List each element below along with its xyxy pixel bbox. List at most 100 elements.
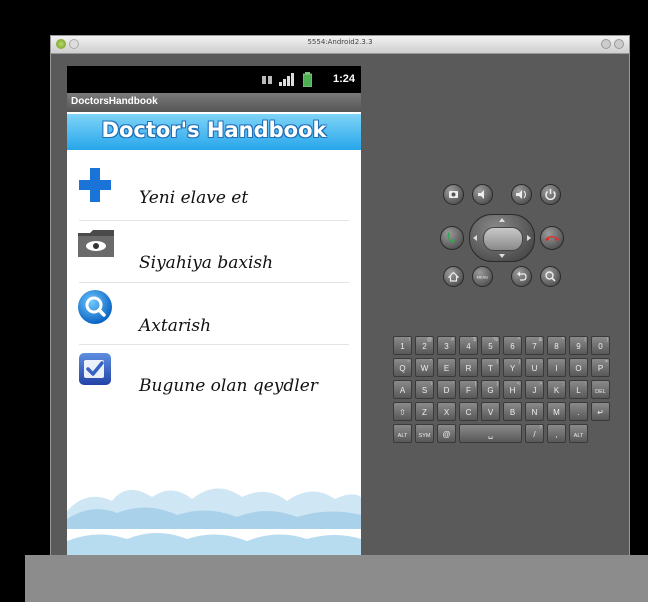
volume-up-icon — [516, 190, 526, 199]
key-row3-3[interactable]: F[ — [459, 380, 478, 399]
volume-up-button[interactable] — [511, 184, 532, 205]
key-row4-3[interactable]: C — [459, 402, 478, 421]
menu-item-add-new[interactable]: Yeni elave et — [67, 156, 361, 216]
emulator-titlebar: 5554:Android2.3.3 — [51, 36, 629, 54]
key-row1-6[interactable]: 7 & — [525, 336, 544, 355]
key-row1-8[interactable]: 9( — [569, 336, 588, 355]
back-button[interactable] — [511, 266, 532, 287]
key-row2-4[interactable]: T{ — [481, 358, 500, 377]
menu-button[interactable]: MENU — [472, 266, 493, 287]
key-label: W — [420, 364, 429, 373]
key-row2-2[interactable]: E — [437, 358, 456, 377]
key-row5-5[interactable]: , — [547, 424, 566, 443]
menu-item-today-notes[interactable]: Bugune olan qeydler — [67, 344, 361, 404]
emulator-title: 5554:Android2.3.3 — [307, 38, 373, 46]
clock-time: 1:24 — [332, 73, 355, 85]
minimize-icon[interactable] — [601, 39, 611, 49]
home-button[interactable] — [443, 266, 464, 287]
key-row4-6[interactable]: N — [525, 402, 544, 421]
key-label: O — [575, 364, 582, 373]
key-row3-0[interactable]: A — [393, 380, 412, 399]
key-row1-5[interactable]: 6 ^ — [503, 336, 522, 355]
end-call-button[interactable] — [540, 226, 564, 250]
call-icon — [447, 232, 455, 243]
dpad[interactable] — [469, 214, 535, 262]
key-row1-1[interactable]: 2 @ — [415, 336, 434, 355]
key-row3-7[interactable]: K; — [547, 380, 566, 399]
key-row3-6[interactable]: J > — [525, 380, 544, 399]
key-row2-0[interactable]: Q ~ — [393, 358, 412, 377]
key-label: X — [443, 408, 450, 417]
key-row2-1[interactable]: W " — [415, 358, 434, 377]
key-label: ␣ — [487, 430, 494, 439]
key-label: B — [509, 408, 516, 417]
key-row4-0[interactable]: ⇧ — [393, 402, 412, 421]
search-hw-button[interactable] — [540, 266, 561, 287]
key-row2-3[interactable]: R — [459, 358, 478, 377]
key-label: Z — [422, 408, 427, 417]
key-row3-4[interactable]: G] — [481, 380, 500, 399]
search-icon — [545, 271, 556, 282]
emulator-window: 5554:Android2.3.3 1:24 DoctorsHandbook D… — [50, 35, 630, 557]
key-row2-9[interactable]: P = — [591, 358, 610, 377]
checkbox-icon — [79, 353, 111, 385]
key-row4-8[interactable]: . — [569, 402, 588, 421]
key-label: DEL — [595, 389, 606, 395]
camera-button[interactable] — [443, 184, 464, 205]
close-icon[interactable] — [614, 39, 624, 49]
divider — [79, 282, 349, 283]
key-row4-5[interactable]: B — [503, 402, 522, 421]
key-row5-0[interactable]: ALT — [393, 424, 412, 443]
key-row3-9[interactable]: DEL — [591, 380, 610, 399]
key-row1-7[interactable]: 8 * — [547, 336, 566, 355]
key-row2-8[interactable]: O — [569, 358, 588, 377]
call-button[interactable] — [440, 226, 464, 250]
key-row1-0[interactable]: 1! — [393, 336, 412, 355]
key-label: P — [597, 364, 604, 373]
power-button[interactable] — [540, 184, 561, 205]
volume-down-button[interactable] — [472, 184, 493, 205]
key-label: M — [553, 408, 560, 417]
key-row2-5[interactable]: Y} — [503, 358, 522, 377]
menu-item-label: Yeni elave et — [139, 188, 249, 208]
data-signal-icon — [262, 76, 272, 84]
key-row4-1[interactable]: Z — [415, 402, 434, 421]
key-alt-label: > — [539, 381, 542, 387]
key-row4-2[interactable]: X — [437, 402, 456, 421]
key-row3-8[interactable]: L: — [569, 380, 588, 399]
key-row5-2[interactable]: @ — [437, 424, 456, 443]
key-label: SYM — [418, 433, 431, 439]
key-alt-label: : — [584, 381, 586, 387]
key-alt-label: ~ — [407, 359, 410, 365]
key-row2-7[interactable]: I — [547, 358, 566, 377]
key-label: 9 — [576, 342, 581, 351]
key-row1-3[interactable]: 4 $ — [459, 336, 478, 355]
key-alt-label: ^ — [517, 337, 520, 343]
key-label: 5 — [488, 342, 493, 351]
key-label: Y — [509, 364, 516, 373]
key-row5-6[interactable]: ALT — [569, 424, 588, 443]
key-row3-1[interactable]: S \ — [415, 380, 434, 399]
menu-icon: MENU — [477, 275, 489, 280]
key-label: R — [465, 364, 472, 373]
key-row1-4[interactable]: 5% — [481, 336, 500, 355]
key-label: , — [555, 430, 558, 439]
menu-item-search[interactable]: Axtarish — [67, 284, 361, 344]
folder-eye-icon — [78, 230, 114, 257]
key-row5-3[interactable]: ␣ — [459, 424, 522, 443]
key-row1-2[interactable]: 3 # — [437, 336, 456, 355]
end-call-icon — [545, 236, 559, 241]
key-row3-2[interactable]: D ' — [437, 380, 456, 399]
key-row3-5[interactable]: H < — [503, 380, 522, 399]
key-row5-1[interactable]: SYM — [415, 424, 434, 443]
key-alt-label: ! — [408, 337, 410, 343]
menu-item-view-list[interactable]: Siyahiya baxish — [67, 221, 361, 281]
key-label: ⇧ — [399, 408, 406, 417]
key-row4-7[interactable]: M — [547, 402, 566, 421]
key-row1-9[interactable]: 0) — [591, 336, 610, 355]
key-row5-4[interactable]: /? — [525, 424, 544, 443]
hardware-keyboard: 1! 2 @3 #4 $5% 6 ^ 7 & 8 * 9(0) Q ~ W " E R T{Y} U - I O P = A S \ D… — [393, 336, 617, 444]
key-row4-9[interactable]: ↵ — [591, 402, 610, 421]
key-row2-6[interactable]: U- — [525, 358, 544, 377]
key-row4-4[interactable]: V — [481, 402, 500, 421]
